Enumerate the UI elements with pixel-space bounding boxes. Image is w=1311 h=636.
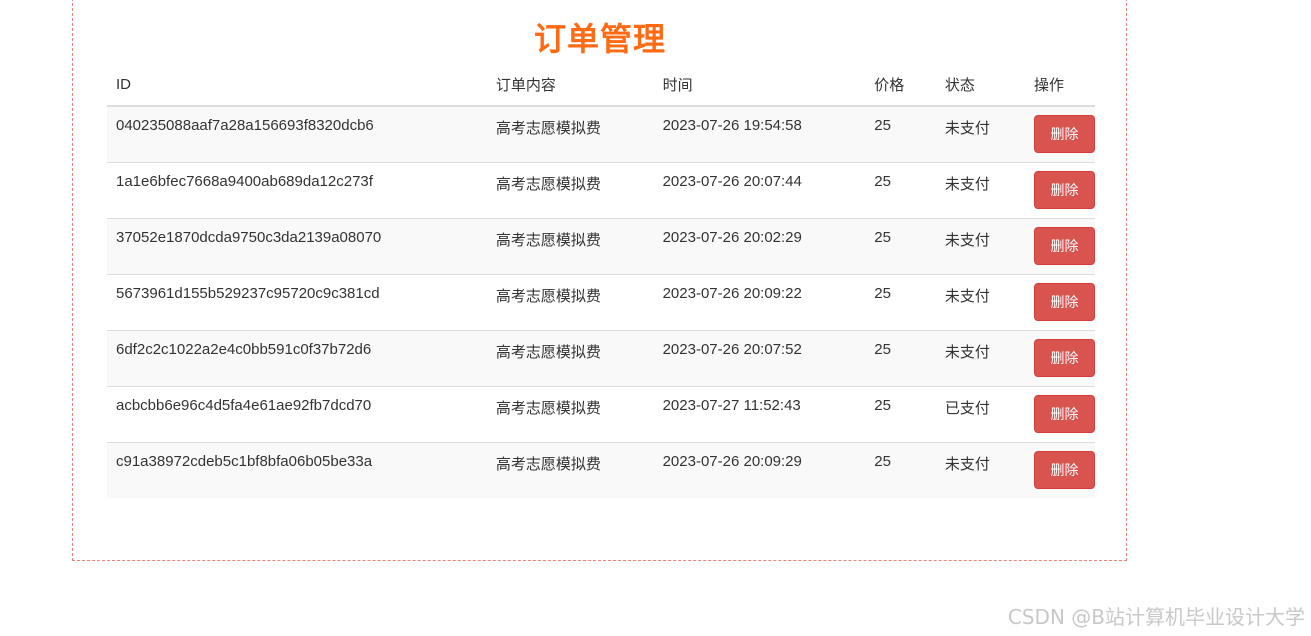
order-price-cell: 25 bbox=[865, 161, 936, 218]
column-header-id: ID bbox=[107, 64, 487, 107]
table-row: 5673961d155b529237c95720c9c381cd 高考志愿模拟费… bbox=[107, 273, 1095, 330]
order-status-cell: 已支付 bbox=[935, 385, 1025, 442]
order-status-cell: 未支付 bbox=[935, 441, 1025, 498]
orders-table: ID 订单内容 时间 价格 状态 操作 040235088aaf7a28a156… bbox=[107, 64, 1095, 498]
order-status-cell: 未支付 bbox=[935, 273, 1025, 330]
column-header-status: 状态 bbox=[935, 64, 1025, 107]
table-row: 37052e1870dcda9750c3da2139a08070 高考志愿模拟费… bbox=[107, 217, 1095, 274]
column-header-action: 操作 bbox=[1025, 64, 1095, 107]
order-price-cell: 25 bbox=[865, 329, 936, 386]
order-id-cell: 1a1e6bfec7668a9400ab689da12c273f bbox=[107, 161, 487, 218]
order-price-cell: 25 bbox=[865, 441, 936, 498]
column-header-price: 价格 bbox=[865, 64, 936, 107]
order-status-cell: 未支付 bbox=[935, 217, 1025, 274]
table-row: c91a38972cdeb5c1bf8bfa06b05be33a 高考志愿模拟费… bbox=[107, 441, 1095, 498]
order-content-cell: 高考志愿模拟费 bbox=[486, 217, 654, 274]
order-time-cell: 2023-07-26 20:07:44 bbox=[653, 161, 866, 218]
order-status-cell: 未支付 bbox=[935, 329, 1025, 386]
table-row: acbcbb6e96c4d5fa4e61ae92fb7dcd70 高考志愿模拟费… bbox=[107, 385, 1095, 442]
order-id-cell: c91a38972cdeb5c1bf8bfa06b05be33a bbox=[107, 441, 487, 498]
order-action-cell: 删除 bbox=[1025, 385, 1095, 442]
order-time-cell: 2023-07-26 20:09:22 bbox=[653, 273, 866, 330]
delete-button[interactable]: 删除 bbox=[1034, 395, 1095, 433]
order-time-cell: 2023-07-26 19:54:58 bbox=[653, 106, 866, 162]
order-action-cell: 删除 bbox=[1025, 441, 1095, 498]
order-action-cell: 删除 bbox=[1025, 161, 1095, 218]
order-content-cell: 高考志愿模拟费 bbox=[486, 161, 654, 218]
order-action-cell: 删除 bbox=[1025, 329, 1095, 386]
order-content-cell: 高考志愿模拟费 bbox=[486, 385, 654, 442]
order-id-cell: 37052e1870dcda9750c3da2139a08070 bbox=[107, 217, 487, 274]
order-status-cell: 未支付 bbox=[935, 106, 1025, 162]
order-id-cell: 040235088aaf7a28a156693f8320dcb6 bbox=[107, 106, 487, 162]
watermark-text: CSDN @B站计算机毕业设计大学 bbox=[1007, 605, 1305, 629]
order-content-cell: 高考志愿模拟费 bbox=[486, 106, 654, 162]
order-content-cell: 高考志愿模拟费 bbox=[486, 441, 654, 498]
order-id-cell: 5673961d155b529237c95720c9c381cd bbox=[107, 273, 487, 330]
order-time-cell: 2023-07-26 20:02:29 bbox=[653, 217, 866, 274]
order-id-cell: 6df2c2c1022a2e4c0bb591c0f37b72d6 bbox=[107, 329, 487, 386]
table-row: 1a1e6bfec7668a9400ab689da12c273f 高考志愿模拟费… bbox=[107, 161, 1095, 218]
column-header-content: 订单内容 bbox=[486, 64, 654, 107]
delete-button[interactable]: 删除 bbox=[1034, 171, 1095, 209]
order-action-cell: 删除 bbox=[1025, 106, 1095, 162]
table-row: 040235088aaf7a28a156693f8320dcb6 高考志愿模拟费… bbox=[107, 106, 1095, 162]
delete-button[interactable]: 删除 bbox=[1034, 227, 1095, 265]
order-price-cell: 25 bbox=[865, 106, 936, 162]
table-row: 6df2c2c1022a2e4c0bb591c0f37b72d6 高考志愿模拟费… bbox=[107, 329, 1095, 386]
order-time-cell: 2023-07-26 20:07:52 bbox=[653, 329, 866, 386]
order-time-cell: 2023-07-26 20:09:29 bbox=[653, 441, 866, 498]
delete-button[interactable]: 删除 bbox=[1034, 115, 1095, 154]
page-title: 订单管理 bbox=[533, 20, 666, 58]
order-status-cell: 未支付 bbox=[935, 161, 1025, 218]
order-time-cell: 2023-07-27 11:52:43 bbox=[653, 385, 866, 442]
column-header-time: 时间 bbox=[653, 64, 866, 107]
order-content-cell: 高考志愿模拟费 bbox=[486, 273, 654, 330]
delete-button[interactable]: 删除 bbox=[1034, 339, 1095, 377]
order-price-cell: 25 bbox=[865, 217, 936, 274]
order-action-cell: 删除 bbox=[1025, 273, 1095, 330]
order-price-cell: 25 bbox=[865, 273, 936, 330]
order-price-cell: 25 bbox=[865, 385, 936, 442]
delete-button[interactable]: 删除 bbox=[1034, 451, 1095, 490]
table-header-row: ID 订单内容 时间 价格 状态 操作 bbox=[107, 64, 1095, 107]
order-id-cell: acbcbb6e96c4d5fa4e61ae92fb7dcd70 bbox=[107, 385, 487, 442]
order-content-cell: 高考志愿模拟费 bbox=[486, 329, 654, 386]
delete-button[interactable]: 删除 bbox=[1034, 283, 1095, 321]
order-action-cell: 删除 bbox=[1025, 217, 1095, 274]
